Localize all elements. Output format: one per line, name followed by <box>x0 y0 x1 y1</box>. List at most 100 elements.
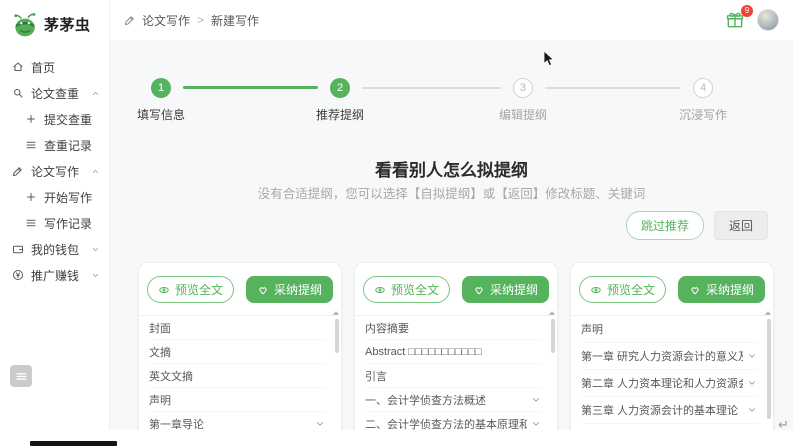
outline-item-label: 文摘 <box>149 344 171 360</box>
outline-item-label: 第三章 人力资源会计的基本理论 <box>581 402 738 418</box>
adopt-label: 采纳提纲 <box>490 281 538 298</box>
sidebar-item-paper-check[interactable]: 论文查重 <box>0 80 109 106</box>
outline-list: 内容摘要Abstract □□□□□□□□□□□引言一、会计学侦查方法概述二、会… <box>355 315 551 430</box>
page-subtitle: 没有合适提纲，您可以选择【自拟提纲】或【返回】修改标题、关键词 <box>110 183 793 202</box>
outline-item-label: 第一章 研究人力资源会计的意义及制约因素分析 <box>581 348 743 364</box>
bottom-bar-artifact <box>30 441 117 446</box>
sidebar-item-check-records[interactable]: 查重记录 <box>0 132 109 158</box>
app-logo[interactable]: 茅茅虫 <box>0 0 109 54</box>
skip-recommend-button[interactable]: 跳过推荐 <box>626 211 704 240</box>
action-row: 跳过推荐 返回 <box>626 211 768 240</box>
step-3: 3编辑提纲 <box>463 78 583 123</box>
gift-badge: 9 <box>741 5 753 17</box>
step-2: 2推荐提纲 <box>280 78 400 123</box>
sidebar-item-start-writing[interactable]: 开始写作 <box>0 184 109 210</box>
avatar[interactable] <box>757 9 779 31</box>
wallet-icon <box>12 243 24 255</box>
adopt-label: 采纳提纲 <box>706 281 754 298</box>
scrollbar-thumb[interactable] <box>767 319 771 419</box>
outline-list: 封面文摘英文文摘声明第一章导论 <box>139 315 335 430</box>
topbar-right: 9 <box>725 9 779 31</box>
sidebar-item-label: 论文写作 <box>31 163 79 180</box>
chevron-down-icon <box>91 245 100 254</box>
breadcrumb-section[interactable]: 论文写作 <box>142 12 190 29</box>
outline-item-expandable[interactable]: 第二章 人力资本理论和人力资源会计的产生与发展 <box>581 370 757 397</box>
outline-item-expandable[interactable]: 一、会计学侦查方法概述 <box>365 388 541 412</box>
outline-item-expandable[interactable]: 二、会计学侦查方法的基本原理和方法 <box>365 412 541 430</box>
gift-button[interactable]: 9 <box>725 10 745 30</box>
outline-list: 声明第一章 研究人力资源会计的意义及制约因素分析第二章 人力资本理论和人力资源会… <box>571 315 767 430</box>
scroll-up-arrow-icon[interactable] <box>765 311 771 315</box>
preview-full-text-button[interactable]: 预览全文 <box>147 276 234 303</box>
breadcrumb: 论文写作 > 新建写作 <box>124 12 259 29</box>
outline-item-label: 封面 <box>149 320 171 336</box>
outline-item-label: 内容摘要 <box>365 320 409 336</box>
sidebar-item-label: 查重记录 <box>44 137 92 154</box>
search-icon <box>12 87 24 99</box>
adopt-outline-button[interactable]: 采纳提纲 <box>462 276 549 303</box>
adopt-outline-button[interactable]: 采纳提纲 <box>678 276 765 303</box>
list-icon <box>15 370 28 383</box>
scroll-up-arrow-icon[interactable] <box>333 311 339 315</box>
stepper: 1填写信息2推荐提纲3编辑提纲4沉浸写作 <box>110 40 793 120</box>
outline-item-label: 一、会计学侦查方法概述 <box>365 392 486 408</box>
return-arrow-artifact: ↵ <box>778 417 789 433</box>
sidebar-item-label: 首页 <box>31 59 55 76</box>
sidebar-item-writing-records[interactable]: 写作记录 <box>0 210 109 236</box>
chevron-down-icon <box>747 378 757 388</box>
bug-logo-icon <box>12 11 39 38</box>
back-button[interactable]: 返回 <box>714 211 768 240</box>
step-number: 4 <box>693 78 713 98</box>
scrollbar-thumb[interactable] <box>335 319 339 353</box>
list-icon <box>25 139 37 151</box>
sidebar-item-submit-check[interactable]: 提交查重 <box>0 106 109 132</box>
outline-item-expandable[interactable]: 第一章 研究人力资源会计的意义及制约因素分析 <box>581 343 757 370</box>
outline-card-2: 预览全文 采纳提纲内容摘要Abstract □□□□□□□□□□□引言一、会计学侦… <box>354 262 558 430</box>
floating-menu-button[interactable] <box>10 365 32 387</box>
outline-item: 声明 <box>581 316 757 343</box>
eye-icon <box>590 284 602 296</box>
home-icon <box>12 61 24 73</box>
step-label: 推荐提纲 <box>280 106 400 123</box>
outline-item-label: 英文文摘 <box>149 368 193 384</box>
preview-full-text-button[interactable]: 预览全文 <box>363 276 450 303</box>
sidebar-item-home[interactable]: 首页 <box>0 54 109 80</box>
chevron-up-icon <box>91 167 100 176</box>
scrollbar-thumb[interactable] <box>551 319 555 353</box>
scroll-up-arrow-icon[interactable] <box>549 311 555 315</box>
outline-item-label: 声明 <box>581 321 603 337</box>
adopt-outline-button[interactable]: 采纳提纲 <box>246 276 333 303</box>
sidebar-item-label: 我的钱包 <box>31 241 79 258</box>
outline-item-expandable[interactable]: 第四章 人力资源资本化的计量模型 <box>581 424 757 430</box>
heart-icon <box>689 284 701 296</box>
sidebar-item-promote-earn[interactable]: 推广赚钱 <box>0 262 109 288</box>
pen-icon <box>124 14 136 26</box>
breadcrumb-separator: > <box>197 13 204 27</box>
chevron-down-icon <box>91 271 100 280</box>
plus-icon <box>25 191 37 203</box>
outline-item-expandable[interactable]: 第三章 人力资源会计的基本理论 <box>581 397 757 424</box>
outline-card-1: 预览全文 采纳提纲封面文摘英文文摘声明第一章导论 <box>138 262 342 430</box>
main-content: 1填写信息2推荐提纲3编辑提纲4沉浸写作 看看别人怎么拟提纲 没有合适提纲，您可… <box>110 40 793 430</box>
outline-card-3: 预览全文 采纳提纲声明第一章 研究人力资源会计的意义及制约因素分析第二章 人力资本… <box>570 262 774 430</box>
outline-item-label: 第四章 人力资源资本化的计量模型 <box>581 429 743 430</box>
sidebar-item-label: 写作记录 <box>44 215 92 232</box>
heart-icon <box>473 284 485 296</box>
preview-label: 预览全文 <box>391 281 439 298</box>
sidebar-menu: 首页论文查重提交查重查重记录论文写作开始写作写作记录我的钱包推广赚钱 <box>0 54 109 288</box>
list-icon <box>25 217 37 229</box>
cards-row: 预览全文采纳提纲封面文摘英文文摘声明第一章导论预览全文采纳提纲内容摘要Abstr… <box>138 262 774 430</box>
preview-full-text-button[interactable]: 预览全文 <box>579 276 666 303</box>
outline-item-label: 声明 <box>149 392 171 408</box>
sidebar-item-my-wallet[interactable]: 我的钱包 <box>0 236 109 262</box>
adopt-label: 采纳提纲 <box>274 281 322 298</box>
eye-icon <box>374 284 386 296</box>
outline-item: 封面 <box>149 316 325 340</box>
preview-label: 预览全文 <box>607 281 655 298</box>
step-label: 填写信息 <box>110 106 221 123</box>
top-bar: 论文写作 > 新建写作 9 <box>110 0 793 40</box>
outline-item-expandable[interactable]: 第一章导论 <box>149 412 325 430</box>
sidebar-item-paper-writing[interactable]: 论文写作 <box>0 158 109 184</box>
sidebar-item-label: 开始写作 <box>44 189 92 206</box>
preview-label: 预览全文 <box>175 281 223 298</box>
